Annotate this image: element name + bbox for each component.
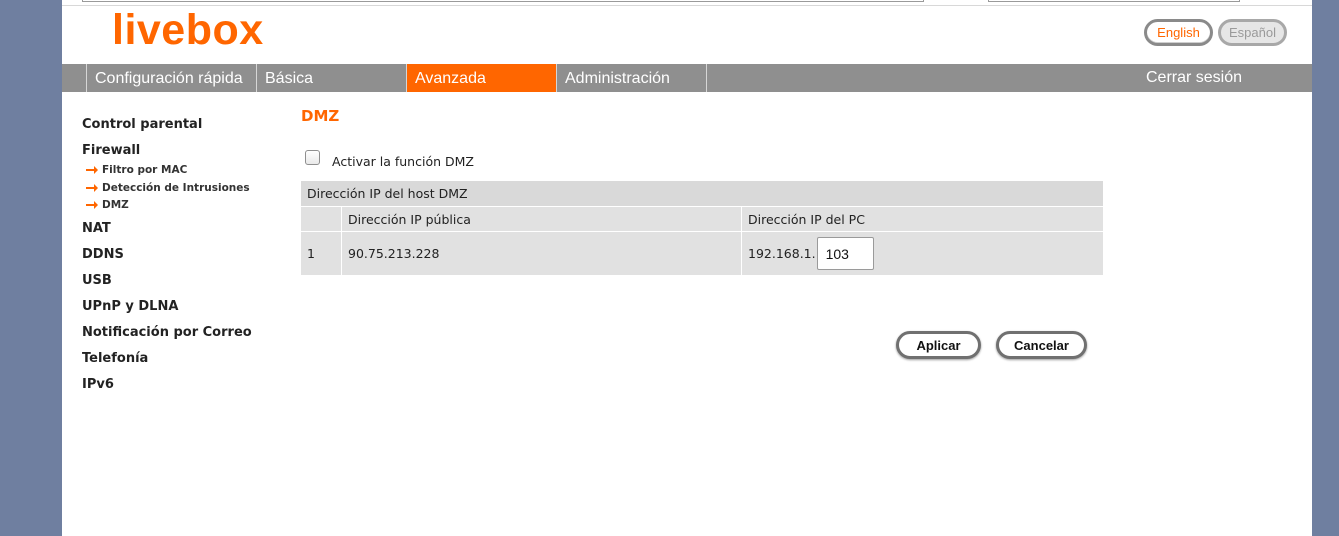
dmz-enable-checkbox[interactable] (305, 150, 320, 165)
sidebar-subitem-label: Filtro por MAC (102, 164, 188, 176)
column-header-public-ip: Dirección IP pública (342, 207, 742, 231)
orange-arrow-icon (86, 201, 98, 209)
spanish-button[interactable]: Español (1218, 19, 1287, 46)
livebox-logo: livebox (112, 6, 264, 54)
dmz-table: Dirección IP del host DMZ Dirección IP p… (301, 181, 1103, 275)
table-header-row: Dirección IP pública Dirección IP del PC (301, 206, 1103, 231)
dmz-table-caption: Dirección IP del host DMZ (301, 181, 1103, 206)
pc-ip-last-octet-input[interactable]: 103 (816, 237, 874, 270)
table-row: 1 90.75.213.228 192.168.1. 103 (301, 231, 1103, 275)
row-index: 1 (301, 232, 342, 275)
tab-configuracion-rapida[interactable]: Configuración rápida (86, 64, 257, 92)
top-field-right (988, 0, 1240, 2)
page: livebox English Español Configuración rá… (62, 0, 1312, 536)
pc-ip-cell: 192.168.1. 103 (742, 232, 1103, 275)
sidebar-item-telefonia[interactable]: Telefonía (82, 351, 148, 366)
tab-administracion[interactable]: Administración (557, 64, 707, 92)
orange-arrow-icon (86, 184, 98, 192)
column-header-index (301, 207, 342, 231)
sidebar-item-ipv6[interactable]: IPv6 (82, 377, 114, 392)
public-ip-value: 90.75.213.228 (342, 232, 742, 275)
sidebar-item-usb[interactable]: USB (82, 273, 112, 288)
top-field-left (82, 0, 924, 2)
pc-ip-prefix: 192.168.1. (748, 246, 816, 261)
tab-basica[interactable]: Básica (257, 64, 407, 92)
sidebar-item-firewall[interactable]: Firewall (82, 143, 140, 158)
column-header-pc-ip: Dirección IP del PC (748, 211, 865, 227)
orange-arrow-icon (86, 166, 98, 174)
sidebar-subitem-label: DMZ (102, 199, 129, 211)
apply-button[interactable]: Aplicar (896, 331, 981, 359)
dmz-enable-label: Activar la función DMZ (332, 154, 474, 169)
sidebar-item-control-parental[interactable]: Control parental (82, 117, 202, 132)
sidebar-subitem-filtro-mac[interactable]: Filtro por MAC (86, 164, 187, 176)
sidebar-item-ddns[interactable]: DDNS (82, 247, 124, 262)
sidebar-subitem-dmz[interactable]: DMZ (86, 199, 129, 211)
cancel-button[interactable]: Cancelar (996, 331, 1087, 359)
sidebar-item-nat[interactable]: NAT (82, 221, 111, 236)
tab-avanzada[interactable]: Avanzada (407, 64, 557, 92)
sidebar-item-upnp-dlna[interactable]: UPnP y DLNA (82, 299, 178, 314)
logout-link[interactable]: Cerrar sesión (1146, 64, 1242, 92)
sidebar-item-notificacion-correo[interactable]: Notificación por Correo (82, 325, 252, 340)
main-nav: Configuración rápida Básica Avanzada Adm… (62, 64, 1312, 92)
sidebar-subitem-label: Detección de Intrusiones (102, 182, 250, 194)
page-title: DMZ (301, 107, 340, 125)
sidebar-subitem-deteccion-intrusiones[interactable]: Detección de Intrusiones (86, 182, 250, 194)
english-button[interactable]: English (1144, 19, 1213, 46)
